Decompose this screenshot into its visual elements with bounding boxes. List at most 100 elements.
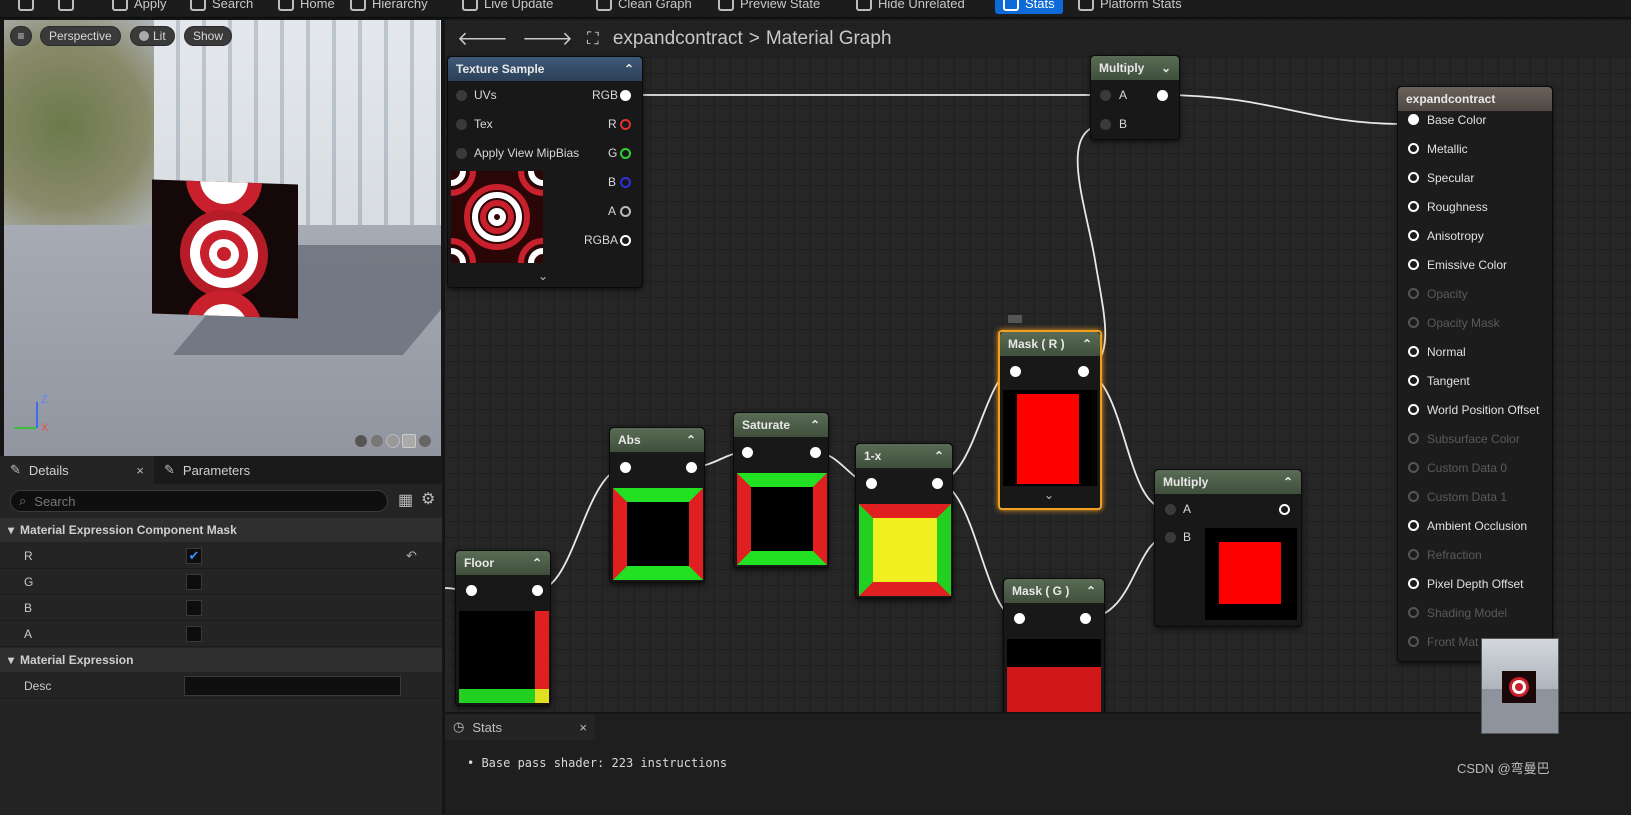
checkbox-b[interactable] <box>186 599 202 616</box>
tab-stats[interactable]: ◷ Stats × <box>445 714 595 740</box>
collapse-icon[interactable]: ⌃ <box>1086 584 1096 598</box>
input-pin[interactable] <box>1408 636 1419 647</box>
output-pin[interactable] <box>1080 613 1091 624</box>
result-pin-row[interactable]: Opacity <box>1408 287 1468 301</box>
output-pin-b[interactable] <box>620 177 631 188</box>
preview-state-button[interactable]: Preview State <box>718 0 820 14</box>
input-pin-a[interactable] <box>1165 504 1176 515</box>
output-pin-g[interactable] <box>620 148 631 159</box>
output-pin-rgb[interactable] <box>620 90 631 101</box>
input-pin[interactable] <box>1408 404 1419 415</box>
result-pin-row[interactable]: Roughness <box>1408 200 1488 214</box>
result-pin-row[interactable]: Base Color <box>1408 113 1486 127</box>
close-icon[interactable]: × <box>136 463 144 478</box>
collapse-icon[interactable]: ⌃ <box>934 449 944 463</box>
category-component-mask[interactable]: ▾ Material Expression Component Mask <box>0 518 442 542</box>
material-graph[interactable]: 🡐 🡒 ⛶ expandcontract > Material Graph Te… <box>445 20 1631 712</box>
multiply-node-top[interactable]: Multiply ⌄ A B <box>1090 55 1180 140</box>
output-pin[interactable] <box>1157 90 1168 101</box>
cube-icon[interactable] <box>402 434 416 448</box>
input-pin[interactable] <box>742 447 753 458</box>
plane-icon[interactable] <box>386 434 400 448</box>
input-pin[interactable] <box>1408 114 1419 125</box>
input-pin[interactable] <box>1408 462 1419 473</box>
input-pin[interactable] <box>466 585 477 596</box>
forward-arrow-icon[interactable]: 🡒 <box>522 27 573 51</box>
preview-viewport[interactable]: ≡ Perspective Lit Show Z X <box>4 20 441 472</box>
output-pin-rgba[interactable] <box>620 235 631 246</box>
output-pin[interactable] <box>932 478 943 489</box>
input-pin[interactable] <box>1408 346 1419 357</box>
input-pin[interactable] <box>1408 230 1419 241</box>
result-pin-row[interactable]: Normal <box>1408 345 1466 359</box>
viewport-menu-icon[interactable]: ≡ <box>10 26 32 46</box>
output-pin-r[interactable] <box>620 119 631 130</box>
input-pin-b[interactable] <box>1165 532 1176 543</box>
live-update-button[interactable]: Live Update <box>462 0 553 14</box>
input-pin[interactable] <box>1408 317 1419 328</box>
checkbox-a[interactable] <box>186 625 202 642</box>
output-pin[interactable] <box>810 447 821 458</box>
tab-details[interactable]: ✎ Details × <box>0 456 154 484</box>
result-pin-row[interactable]: Tangent <box>1408 374 1470 388</box>
collapse-icon[interactable]: ⌃ <box>1082 337 1092 351</box>
chevron-down-icon[interactable]: ⌄ <box>1161 61 1171 75</box>
input-pin[interactable] <box>1408 259 1419 270</box>
input-pin[interactable] <box>1408 201 1419 212</box>
mask-r-node[interactable]: Mask ( R ) ⌃ ⌄ <box>998 330 1102 510</box>
result-pin-row[interactable]: Refraction <box>1408 548 1482 562</box>
input-pin[interactable] <box>1408 433 1419 444</box>
browse-icon[interactable] <box>58 0 74 14</box>
lit-button[interactable]: Lit <box>130 26 175 46</box>
home-button[interactable]: Home <box>278 0 335 14</box>
saturate-node[interactable]: Saturate ⌃ <box>733 412 829 568</box>
search-button[interactable]: Search <box>190 0 253 14</box>
collapse-icon[interactable]: ⌃ <box>624 62 634 76</box>
result-pin-row[interactable]: Specular <box>1408 171 1474 185</box>
result-pin-row[interactable]: Opacity Mask <box>1408 316 1500 330</box>
clean-graph-button[interactable]: Clean Graph <box>596 0 692 14</box>
close-icon[interactable]: × <box>579 720 587 735</box>
input-pin[interactable] <box>1408 607 1419 618</box>
collapse-icon[interactable]: ⌃ <box>810 418 820 432</box>
chevron-down-icon[interactable]: ⌄ <box>1044 488 1054 502</box>
back-arrow-icon[interactable]: 🡐 <box>457 27 508 51</box>
breadcrumb-root[interactable]: expandcontract <box>613 28 743 50</box>
result-pin-row[interactable]: Subsurface Color <box>1408 432 1520 446</box>
input-pin-b[interactable] <box>1100 119 1111 130</box>
input-pin[interactable] <box>1408 520 1419 531</box>
floor-node[interactable]: Floor ⌃ <box>455 550 551 706</box>
apply-button[interactable]: Apply <box>112 0 167 14</box>
teapot-icon[interactable] <box>418 434 432 448</box>
input-pin-a[interactable] <box>1100 90 1111 101</box>
perspective-button[interactable]: Perspective <box>40 26 121 46</box>
multiply-node-bottom[interactable]: Multiply ⌃ A B <box>1154 469 1302 627</box>
abs-node[interactable]: Abs ⌃ <box>609 427 705 583</box>
result-pin-row[interactable]: Pixel Depth Offset <box>1408 577 1524 591</box>
checkbox-r[interactable]: ✔ <box>186 547 202 564</box>
save-icon[interactable] <box>18 0 34 14</box>
input-pin[interactable] <box>620 462 631 473</box>
result-pin-row[interactable]: Metallic <box>1408 142 1468 156</box>
sphere-icon[interactable] <box>370 434 384 448</box>
collapse-icon[interactable]: ⌃ <box>532 556 542 570</box>
input-pin-mipbias[interactable] <box>456 148 467 159</box>
collapse-icon[interactable]: ⌃ <box>1283 475 1293 489</box>
checkbox-g[interactable] <box>186 573 202 590</box>
input-pin-uvs[interactable] <box>456 90 467 101</box>
input-pin[interactable] <box>1010 366 1021 377</box>
output-pin[interactable] <box>1078 366 1089 377</box>
output-pin[interactable] <box>532 585 543 596</box>
breadcrumb-current[interactable]: Material Graph <box>766 28 892 50</box>
output-pin-a[interactable] <box>620 206 631 217</box>
input-pin-tex[interactable] <box>456 119 467 130</box>
stats-button[interactable]: Stats <box>995 0 1063 14</box>
hierarchy-button[interactable]: Hierarchy <box>350 0 428 14</box>
input-pin[interactable] <box>1408 491 1419 502</box>
table-view-icon[interactable]: ▦ <box>398 490 413 510</box>
one-minus-node[interactable]: 1-x ⌃ <box>855 443 953 599</box>
cylinder-icon[interactable] <box>354 434 368 448</box>
category-material-expression[interactable]: ▾ Material Expression <box>0 648 442 672</box>
input-pin[interactable] <box>1408 143 1419 154</box>
input-pin[interactable] <box>1408 375 1419 386</box>
